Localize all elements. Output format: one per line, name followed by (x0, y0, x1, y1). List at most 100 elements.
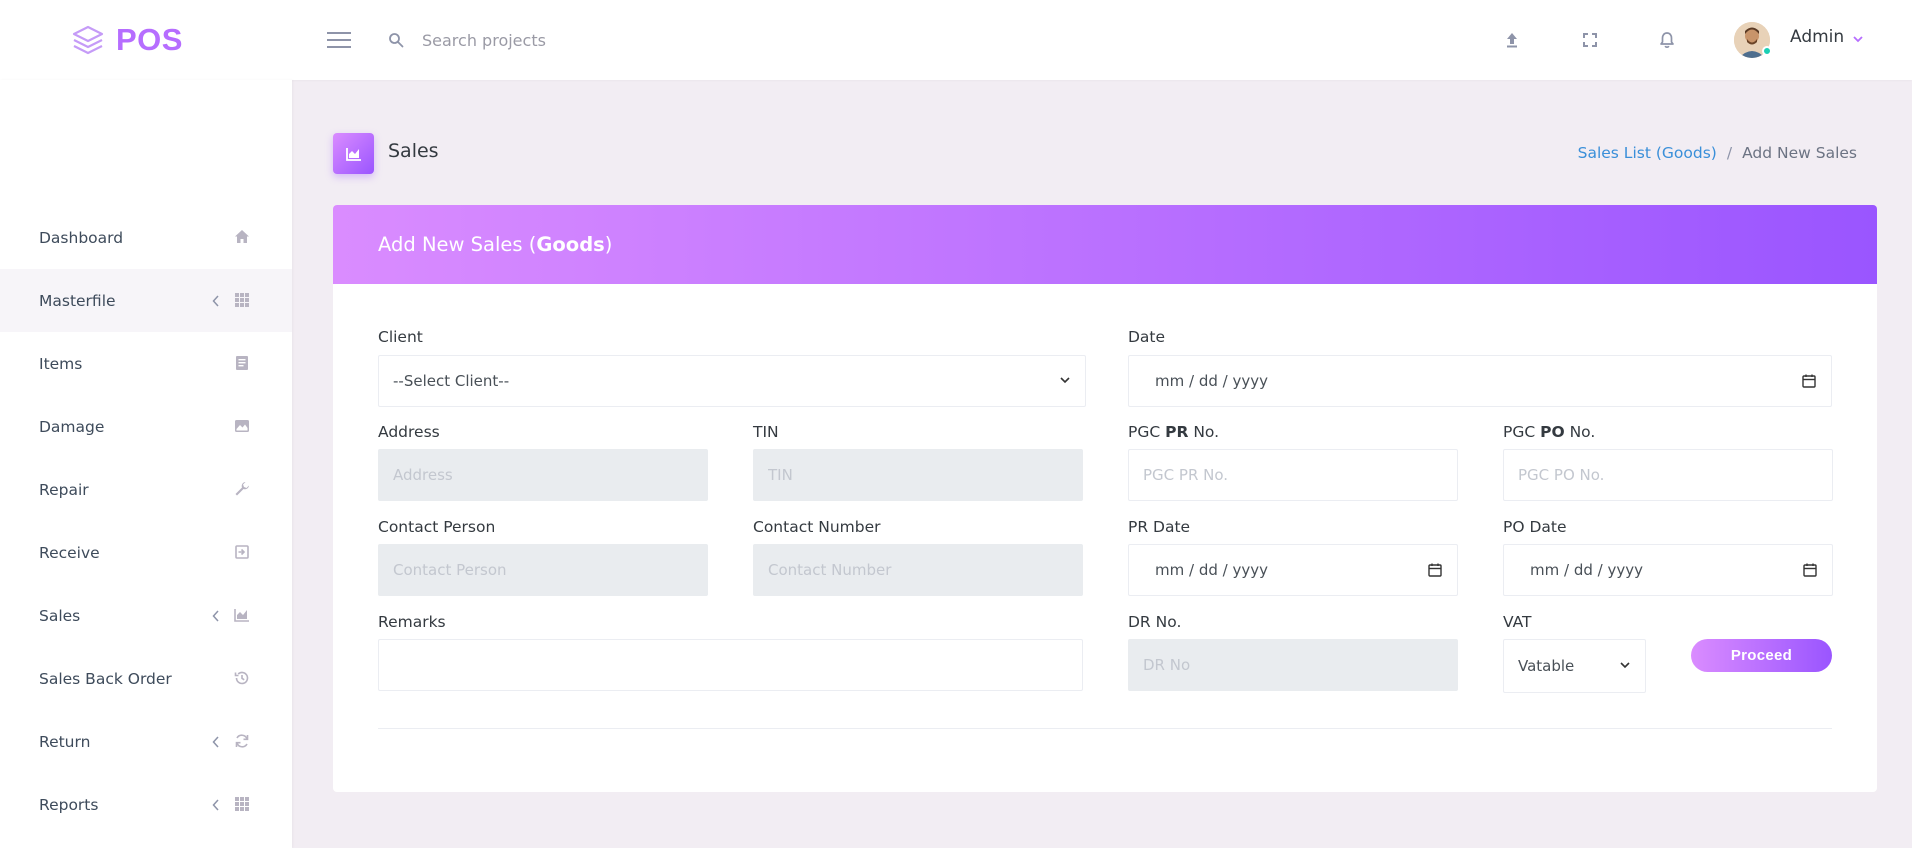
sidebar-item-label: Sales (39, 606, 81, 625)
sidebar-item-label: Damage (39, 417, 105, 436)
remarks-label: Remarks (378, 613, 446, 631)
search-bar (388, 24, 722, 56)
fullscreen-button[interactable] (1578, 28, 1602, 52)
sidebar-item-label: Reports (39, 795, 99, 814)
vat-label: VAT (1503, 613, 1532, 631)
sidebar-item-label: Dashboard (39, 228, 124, 247)
date-input[interactable]: mm / dd / yyyy (1128, 355, 1832, 407)
sidebar-item-sales[interactable]: Sales (0, 584, 292, 647)
contact-person-field (378, 544, 708, 596)
search-icon (389, 33, 404, 48)
sidebar-item-items[interactable]: Items (0, 332, 292, 395)
pgc-po-input[interactable] (1518, 466, 1818, 484)
pr-date-label: PR Date (1128, 518, 1191, 536)
page-header-icon-badge (333, 133, 374, 174)
upload-button[interactable] (1500, 28, 1524, 52)
breadcrumb-current: Add New Sales (1742, 144, 1857, 162)
sidebar-item-reports[interactable]: Reports (0, 773, 292, 836)
user-menu-toggle[interactable]: Admin (1790, 27, 1864, 47)
layers-icon (72, 25, 104, 55)
notifications-button[interactable] (1655, 28, 1679, 52)
vat-select[interactable]: Vatable (1503, 639, 1646, 693)
fullscreen-icon (1583, 33, 1597, 47)
date-input-value: mm / dd / yyyy (1155, 372, 1268, 390)
tin-input (768, 466, 1068, 484)
pgc-pr-input[interactable] (1143, 466, 1443, 484)
area-chart-icon (345, 147, 361, 161)
remarks-field[interactable] (378, 639, 1083, 691)
breadcrumb-link-sales-list[interactable]: Sales List (Goods) (1578, 144, 1717, 162)
sidebar-item-sales-back-order[interactable]: Sales Back Order (0, 647, 292, 710)
chevron-left-icon (211, 608, 221, 622)
area-chart-icon (233, 606, 251, 624)
wrench-icon (233, 480, 251, 498)
dr-no-input (1143, 656, 1443, 674)
brand-logo[interactable]: POS (70, 22, 183, 58)
client-label: Client (378, 328, 423, 346)
vat-select-value: Vatable (1518, 657, 1575, 675)
sidebar-item-label: Sales Back Order (39, 669, 172, 688)
dr-no-field (1128, 639, 1458, 691)
pgc-po-label: PGC PO No. (1503, 423, 1596, 441)
chevron-down-icon (1853, 35, 1863, 42)
po-date-label: PO Date (1503, 518, 1567, 536)
client-select-value: --Select Client-- (393, 372, 510, 390)
top-navbar: POS Search projects Admin (0, 0, 1912, 80)
breadcrumb-separator: / (1726, 144, 1733, 162)
refresh-icon (233, 732, 251, 750)
contact-person-input (393, 561, 693, 579)
sidebar-item-masterfile[interactable]: Masterfile (0, 269, 292, 332)
search-input[interactable] (422, 30, 722, 50)
sidebar-item-dashboard[interactable]: Dashboard (0, 206, 292, 269)
tin-label: TIN (753, 423, 779, 441)
breadcrumb: Sales List (Goods) / Add New Sales (1578, 144, 1857, 162)
sidebar-item-label: Masterfile (39, 291, 116, 310)
pr-date-input[interactable]: mm / dd / yyyy (1128, 544, 1458, 596)
contact-number-input (768, 561, 1068, 579)
sidebar-item-label: Return (39, 732, 91, 751)
login-box-icon (233, 543, 251, 561)
date-label: Date (1128, 328, 1166, 346)
sidebar-item-damage[interactable]: Damage (0, 395, 292, 458)
card-title: Add New Sales (Goods) (378, 233, 613, 256)
chevron-left-icon (211, 734, 221, 748)
form-divider (378, 728, 1832, 729)
card-header: Add New Sales (Goods) (333, 205, 1877, 284)
hamburger-line (327, 39, 351, 41)
pgc-pr-field[interactable] (1128, 449, 1458, 501)
tin-field (753, 449, 1083, 501)
pr-date-value: mm / dd / yyyy (1155, 561, 1268, 579)
address-input (393, 466, 693, 484)
sidebar-item-return[interactable]: Return (0, 710, 292, 773)
address-field (378, 449, 708, 501)
home-icon (233, 228, 251, 246)
client-select[interactable]: --Select Client-- (378, 355, 1086, 407)
contact-number-field (753, 544, 1083, 596)
pgc-po-field[interactable] (1503, 449, 1833, 501)
sidebar-item-repair[interactable]: Repair (0, 458, 292, 521)
chevron-left-icon (211, 293, 221, 307)
menu-toggle-button[interactable] (327, 30, 351, 50)
calendar-icon (1802, 374, 1816, 388)
address-label: Address (378, 423, 440, 441)
remarks-input[interactable] (393, 656, 1068, 674)
chevron-down-icon (1059, 372, 1071, 390)
po-date-value: mm / dd / yyyy (1530, 561, 1643, 579)
po-date-input[interactable]: mm / dd / yyyy (1503, 544, 1833, 596)
history-icon (233, 669, 251, 687)
proceed-button[interactable]: Proceed (1691, 639, 1832, 672)
hamburger-line (327, 32, 351, 34)
bell-icon (1660, 32, 1674, 49)
grid-icon (233, 291, 251, 309)
sidebar-item-label: Repair (39, 480, 89, 499)
broken-image-icon (233, 417, 251, 435)
grid-icon (233, 795, 251, 813)
contact-person-label: Contact Person (378, 518, 496, 536)
sidebar-item-receive[interactable]: Receive (0, 521, 292, 584)
contact-number-label: Contact Number (753, 518, 881, 536)
calendar-icon (1428, 563, 1442, 577)
brand-name: POS (116, 22, 183, 57)
sidebar-item-label: Receive (39, 543, 100, 562)
pgc-pr-label: PGC PR No. (1128, 423, 1220, 441)
dr-no-label: DR No. (1128, 613, 1182, 631)
